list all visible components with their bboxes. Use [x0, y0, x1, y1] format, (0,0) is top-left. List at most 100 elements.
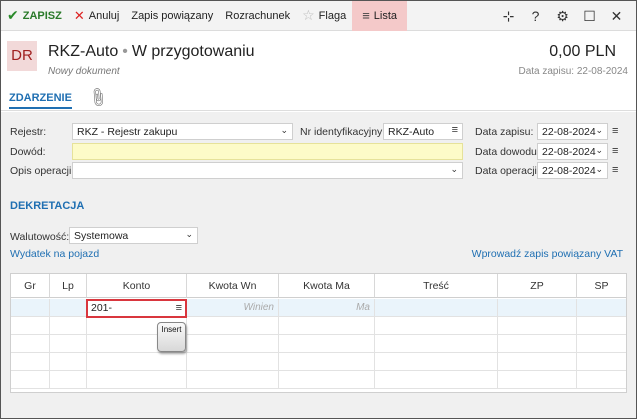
- settlement-button[interactable]: Rozrachunek: [219, 1, 296, 31]
- cell[interactable]: [279, 353, 375, 371]
- col-header-gr[interactable]: Gr: [11, 274, 50, 298]
- document-status: W przygotowaniu: [131, 43, 255, 60]
- col-header-kwota-wn[interactable]: Kwota Wn: [187, 274, 279, 298]
- col-header-tresc[interactable]: Treść: [375, 274, 498, 298]
- menu-icon[interactable]: ≡: [176, 302, 182, 314]
- cell[interactable]: [11, 353, 50, 371]
- table-row[interactable]: [11, 335, 626, 353]
- star-icon: ☆: [302, 7, 315, 23]
- table-row[interactable]: [11, 371, 626, 389]
- cell[interactable]: [187, 371, 279, 389]
- flag-label: Flaga: [318, 9, 347, 22]
- menu-icon[interactable]: ≡: [452, 124, 458, 136]
- currency-select[interactable]: Systemowa ⌄: [69, 227, 198, 244]
- col-header-zp[interactable]: ZP: [498, 274, 577, 298]
- cell[interactable]: [498, 335, 577, 353]
- register-label: Rejestr:: [10, 126, 47, 138]
- save-button[interactable]: ✔ ZAPISZ: [1, 1, 68, 31]
- cell[interactable]: [87, 371, 187, 389]
- save-label: ZAPISZ: [22, 9, 62, 22]
- cell-tresc[interactable]: [375, 299, 498, 317]
- chevron-down-icon: ⌄: [595, 125, 603, 135]
- col-header-konto[interactable]: Konto: [87, 274, 187, 298]
- table-row[interactable]: [11, 353, 626, 371]
- konto-input-value: 201-: [91, 302, 113, 314]
- op-date-field[interactable]: 22-08-2024 ⌄: [537, 162, 608, 179]
- list-button[interactable]: ≡ Lista: [352, 1, 408, 31]
- col-header-lp[interactable]: Lp: [50, 274, 87, 298]
- insert-key-overlay: Insert: [157, 322, 186, 352]
- cell[interactable]: [375, 317, 498, 335]
- menu-icon[interactable]: ≡: [612, 145, 618, 157]
- chevron-down-icon: ⌄: [595, 164, 603, 174]
- cell[interactable]: [279, 317, 375, 335]
- table-row[interactable]: [11, 317, 626, 335]
- document-number: RKZ-Auto: [48, 43, 119, 60]
- document-title: RKZ-Auto • W przygotowaniu: [48, 43, 255, 61]
- cell[interactable]: [187, 317, 279, 335]
- app-window: ✔ ZAPISZ ✕ Anuluj Zapis powiązany Rozrac…: [0, 0, 637, 419]
- help-icon[interactable]: ?: [522, 8, 549, 24]
- cell-kwota-wn[interactable]: Winien: [187, 299, 279, 317]
- cell[interactable]: [375, 353, 498, 371]
- cell[interactable]: [50, 317, 87, 335]
- cell[interactable]: [498, 371, 577, 389]
- close-window-icon[interactable]: ✕: [603, 8, 630, 25]
- vehicle-expense-link[interactable]: Wydatek na pojazd: [10, 248, 99, 260]
- cell[interactable]: [498, 317, 577, 335]
- cell[interactable]: [375, 335, 498, 353]
- currency-label: Walutowość:: [10, 231, 70, 243]
- document-subtitle: Nowy dokument: [48, 66, 120, 77]
- proof-input[interactable]: [72, 143, 463, 160]
- cell[interactable]: [375, 371, 498, 389]
- paperclip-icon[interactable]: 📎︎: [86, 85, 110, 109]
- cell[interactable]: [11, 335, 50, 353]
- proof-date-field[interactable]: 22-08-2024 ⌄: [537, 143, 608, 160]
- maximize-icon[interactable]: ☐: [576, 8, 603, 25]
- cell[interactable]: [11, 371, 50, 389]
- tab-event[interactable]: ZDARZENIE: [9, 92, 72, 109]
- document-amount: 0,00 PLN: [549, 43, 616, 60]
- settlement-label: Rozrachunek: [225, 9, 291, 22]
- flag-button[interactable]: ☆ Flaga: [296, 1, 352, 31]
- add-shortcut-icon[interactable]: ⊹: [495, 8, 522, 25]
- check-icon: ✔: [7, 7, 19, 23]
- form-panel: Rejestr: RKZ - Rejestr zakupu ⌄ Nr ident…: [1, 112, 636, 418]
- decree-grid: Gr Lp Konto Kwota Wn Kwota Ma Treść ZP S…: [10, 273, 627, 393]
- cell[interactable]: [50, 353, 87, 371]
- col-header-kwota-ma[interactable]: Kwota Ma: [279, 274, 375, 298]
- id-field[interactable]: RKZ-Auto ≡: [383, 123, 463, 140]
- konto-input[interactable]: 201- ≡: [86, 299, 187, 318]
- cell[interactable]: [50, 371, 87, 389]
- gear-icon[interactable]: ⚙: [549, 8, 576, 25]
- cell[interactable]: [498, 353, 577, 371]
- cell-sp[interactable]: [577, 299, 626, 317]
- cell[interactable]: [187, 353, 279, 371]
- cell[interactable]: [279, 371, 375, 389]
- cancel-button[interactable]: ✕ Anuluj: [68, 1, 125, 31]
- menu-icon[interactable]: ≡: [612, 125, 618, 137]
- cell-zp[interactable]: [498, 299, 577, 317]
- id-label: Nr identyfikacyjny:: [300, 126, 386, 138]
- document-header: DR RKZ-Auto • W przygotowaniu Nowy dokumen…: [1, 32, 636, 84]
- cell[interactable]: [87, 353, 187, 371]
- cell[interactable]: [279, 335, 375, 353]
- linked-vat-link[interactable]: Wprowadź zapis powiązany VAT: [472, 248, 623, 260]
- op-desc-select[interactable]: ⌄: [72, 162, 463, 179]
- linked-entry-label: Zapis powiązany: [131, 9, 214, 22]
- cell[interactable]: [187, 335, 279, 353]
- op-date-label: Data operacji:: [475, 165, 540, 177]
- register-select[interactable]: RKZ - Rejestr zakupu ⌄: [72, 123, 293, 140]
- col-header-sp[interactable]: SP: [577, 274, 626, 298]
- menu-icon[interactable]: ≡: [612, 164, 618, 176]
- linked-entry-button[interactable]: Zapis powiązany: [125, 1, 219, 31]
- cell[interactable]: [50, 335, 87, 353]
- proof-label: Dowód:: [10, 146, 46, 158]
- cell-kwota-ma[interactable]: Ma: [279, 299, 375, 317]
- chevron-down-icon: ⌄: [450, 164, 458, 174]
- cell-lp[interactable]: [50, 299, 87, 317]
- cell[interactable]: [11, 317, 50, 335]
- record-date-field[interactable]: 22-08-2024 ⌄: [537, 123, 608, 140]
- register-value: RKZ - Rejestr zakupu: [77, 126, 178, 138]
- cell-gr[interactable]: [11, 299, 50, 317]
